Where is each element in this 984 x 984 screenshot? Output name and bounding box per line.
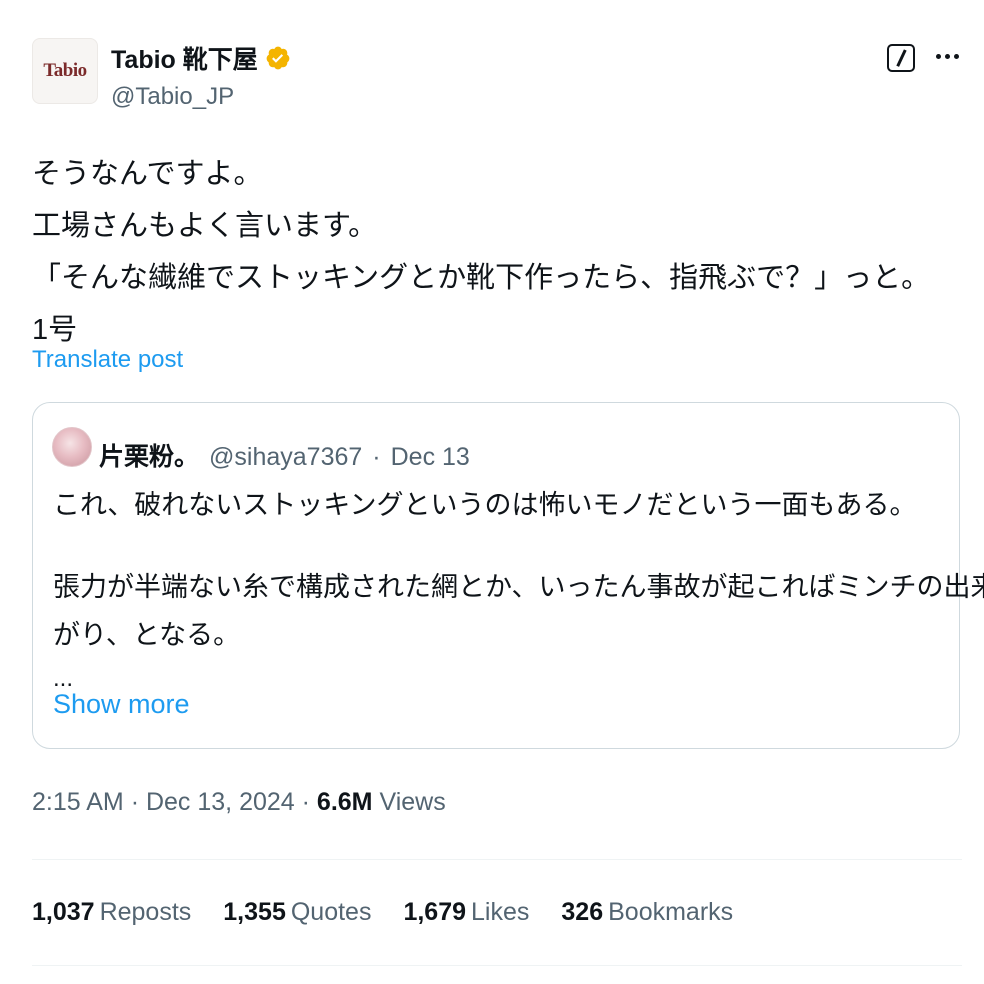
- quoted-text-line: 張力が半端ない糸で構成された網とか、いったん事故が起こればミンチの出来上: [53, 572, 984, 602]
- author-avatar[interactable]: Tabio: [32, 38, 98, 104]
- author-display-name[interactable]: Tabio 靴下屋: [111, 40, 258, 76]
- quoted-date[interactable]: Dec 13: [391, 443, 470, 472]
- likes-label: Likes: [471, 898, 530, 926]
- show-more-link[interactable]: Show more: [53, 689, 190, 720]
- bookmarks-count: 326: [561, 898, 604, 926]
- reposts-count: 1,037: [32, 898, 95, 926]
- grok-icon[interactable]: [887, 44, 915, 72]
- likes-count: 1,679: [403, 898, 467, 926]
- more-options-icon[interactable]: [931, 40, 963, 72]
- reposts-stat[interactable]: 1,037 Reposts: [32, 898, 191, 927]
- translate-post-link[interactable]: Translate post: [32, 346, 183, 374]
- quoted-separator: ·: [372, 443, 381, 471]
- quoted-text: これ、破れないストッキングというのは怖いモノだという一面もある。 張力が半端ない…: [53, 481, 984, 692]
- engagement-stats: 1,037 Reposts 1,355 Quotes 1,679 Likes 326 B…: [32, 898, 733, 927]
- avatar-logo: Tabio: [43, 60, 87, 81]
- tweet-text: そうなんですよ。 工場さんもよく言います。 「そんな繊維でストッキングとか靴下作…: [32, 148, 962, 356]
- tweet: Tabio Tabio 靴下屋 @Tabio_JP そうなんですよ。 工場さんも…: [0, 0, 984, 984]
- divider: [32, 965, 962, 966]
- author-handle[interactable]: @Tabio_JP: [111, 83, 234, 111]
- views-label: Views: [379, 788, 446, 816]
- quoted-author-header: 片栗粉。 @sihaya7367 · Dec 13: [99, 437, 470, 473]
- quotes-count: 1,355: [223, 898, 286, 926]
- quoted-author-avatar[interactable]: [52, 427, 92, 467]
- tweet-text-line: そうなんですよ。: [32, 158, 263, 190]
- quoted-tweet-card[interactable]: 片栗粉。 @sihaya7367 · Dec 13 これ、破れないストッキングと…: [32, 402, 984, 749]
- quoted-text-line: これ、破れないストッキングというのは怖いモノだという一面もある。: [53, 490, 917, 520]
- tweet-date[interactable]: Dec 13, 2024: [146, 788, 295, 816]
- meta-separator: ·: [301, 788, 310, 816]
- divider: [32, 859, 962, 860]
- quoted-text-ellipsis: ...: [53, 665, 74, 692]
- views-count: 6.6M: [316, 788, 373, 816]
- tweet-text-line: 工場さんもよく言います。: [32, 210, 378, 242]
- tweet-meta: 2:15 AM · Dec 13, 2024 · 6.6M Views: [32, 788, 446, 817]
- quoted-author-handle[interactable]: @sihaya7367: [209, 443, 362, 472]
- quotes-stat[interactable]: 1,355 Quotes: [223, 898, 371, 927]
- quoted-author-name[interactable]: 片栗粉。: [99, 437, 199, 473]
- quoted-text-line: がり、となる。: [53, 620, 241, 650]
- tweet-text-line: 「そんな繊維でストッキングとか靴下作ったら、指飛ぶで？」っと。: [32, 262, 931, 294]
- meta-separator: ·: [130, 788, 140, 816]
- author-name-row[interactable]: Tabio 靴下屋: [111, 40, 291, 76]
- reposts-label: Reposts: [99, 898, 192, 926]
- quotes-label: Quotes: [290, 898, 372, 926]
- likes-stat[interactable]: 1,679 Likes: [403, 898, 529, 927]
- verified-badge-icon[interactable]: [265, 45, 291, 71]
- tweet-time[interactable]: 2:15 AM: [32, 788, 124, 816]
- bookmarks-label: Bookmarks: [608, 898, 734, 926]
- bookmarks-stat[interactable]: 326 Bookmarks: [561, 898, 733, 927]
